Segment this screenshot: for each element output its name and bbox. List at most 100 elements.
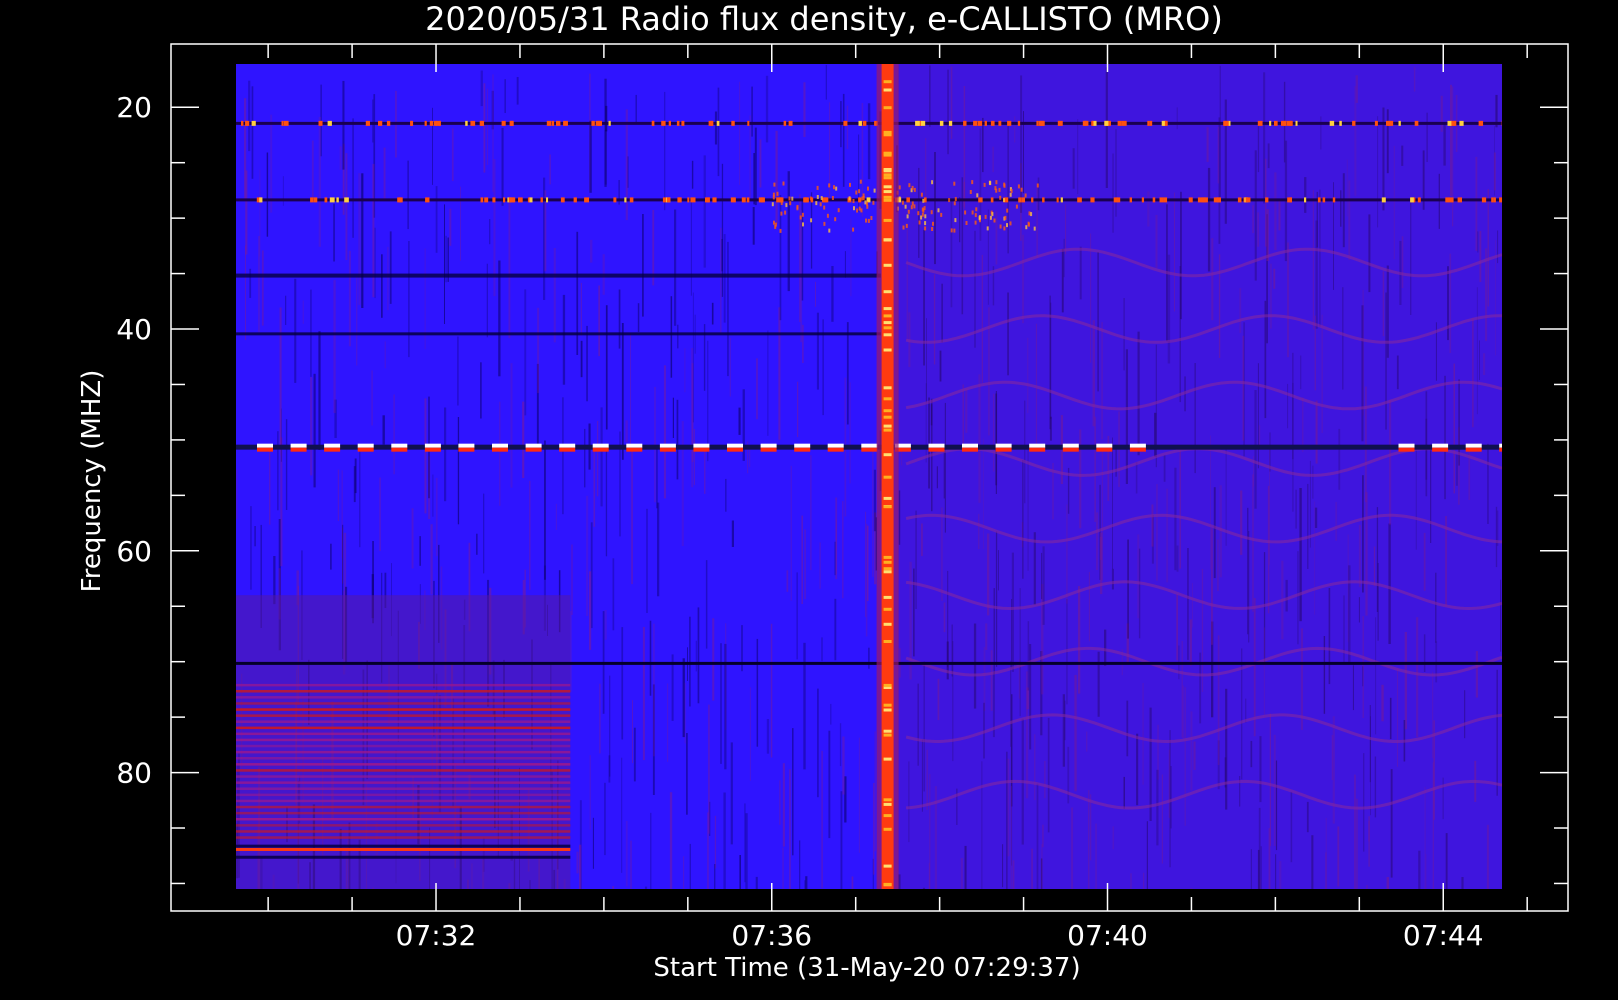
speckle [931,227,934,231]
texture-stroke [850,218,852,297]
interference-speck [1082,120,1087,126]
interference-dash [492,447,508,452]
speckle [774,224,777,229]
speckle [1003,198,1005,203]
interference-speck [963,120,967,126]
interference-speck [732,197,736,203]
segment-line [236,696,571,699]
texture-stroke [371,370,373,426]
burst-hotspot [883,802,892,806]
interference-speck [245,120,250,126]
burst-hotspot [883,595,892,599]
speckle [898,196,901,201]
texture-stroke [720,227,722,333]
burst-hotspot [883,424,892,428]
burst-hotspot [883,321,892,325]
texture-stroke [444,204,445,324]
speckle [828,183,831,188]
speckle [835,186,838,191]
texture-stroke [682,658,685,738]
speckle [809,196,812,201]
texture-stroke [248,80,251,152]
texture-stroke [708,704,710,834]
texture-stroke [270,114,273,213]
interference-speck [560,197,565,203]
texture-stroke [318,331,321,450]
interference-speck [336,197,339,203]
interference-dash [693,447,710,452]
texture-stroke [384,341,386,369]
texture-stroke [339,146,342,170]
interference-speck [746,197,750,203]
y-tick-label: 20 [116,91,152,124]
interference-speck [1374,120,1378,126]
texture-stroke [259,169,261,257]
texture-stroke [562,294,566,385]
texture-stroke [593,445,596,527]
texture-stroke [873,783,875,875]
interference-dash [861,447,878,452]
texture-stroke [348,250,351,347]
burst-hotspot [883,307,892,311]
texture-stroke [714,111,718,145]
interference-speck [310,197,314,203]
texture-stroke [584,428,586,488]
texture-stroke [245,245,246,341]
y-tick-label: 40 [116,313,152,346]
interference-dash [290,447,307,452]
texture-stroke [738,407,741,435]
speckle [931,180,934,185]
texture-stroke [261,250,264,326]
texture-stroke [786,570,789,592]
speckle [913,187,916,192]
interference-speck [329,197,335,203]
burst-hotspot [883,570,892,574]
texture-stroke [642,626,645,761]
interference-speck [1352,120,1356,126]
interference-dash [727,443,743,448]
interference-speck [241,120,244,126]
interference-speck [1036,120,1039,126]
texture-stroke [874,731,876,852]
texture-stroke [749,115,751,199]
texture-stroke [674,209,677,326]
segment-line [236,847,571,851]
interference-speck [424,120,427,126]
interference-dash [257,447,273,452]
segment-line [236,769,571,772]
texture-stroke [789,769,791,889]
interference-speck [573,197,577,203]
speckle [1027,221,1030,226]
burst-hotspot [883,173,892,177]
speckle [834,217,837,222]
interference-speck [540,197,543,203]
burst-hotspot [883,798,892,802]
burst-hotspot [883,397,892,401]
texture-stroke [803,82,806,137]
burst-hotspot [883,314,892,318]
texture-stroke [842,501,844,599]
interference-dash [592,447,609,452]
texture-stroke [816,312,819,390]
interference-dash [290,443,307,448]
speckle [837,208,840,213]
texture-stroke [480,70,483,107]
interference-speck [1295,120,1298,126]
interference-dash [492,443,508,448]
texture-stroke [691,160,694,189]
speckle [924,221,927,226]
texture-stroke [604,782,606,856]
segment-line [236,836,571,839]
speckle [965,221,968,225]
interference-speck [858,120,862,126]
interference-dash [1029,447,1046,452]
interference-speck [563,120,568,126]
segment-line [236,799,571,803]
texture-stroke [589,120,592,193]
texture-stroke [501,127,504,206]
interference-speck [518,197,523,203]
burst-hotspot [883,185,892,189]
interference-speck [990,120,995,126]
speckle [859,179,862,184]
texture-stroke [712,618,715,701]
